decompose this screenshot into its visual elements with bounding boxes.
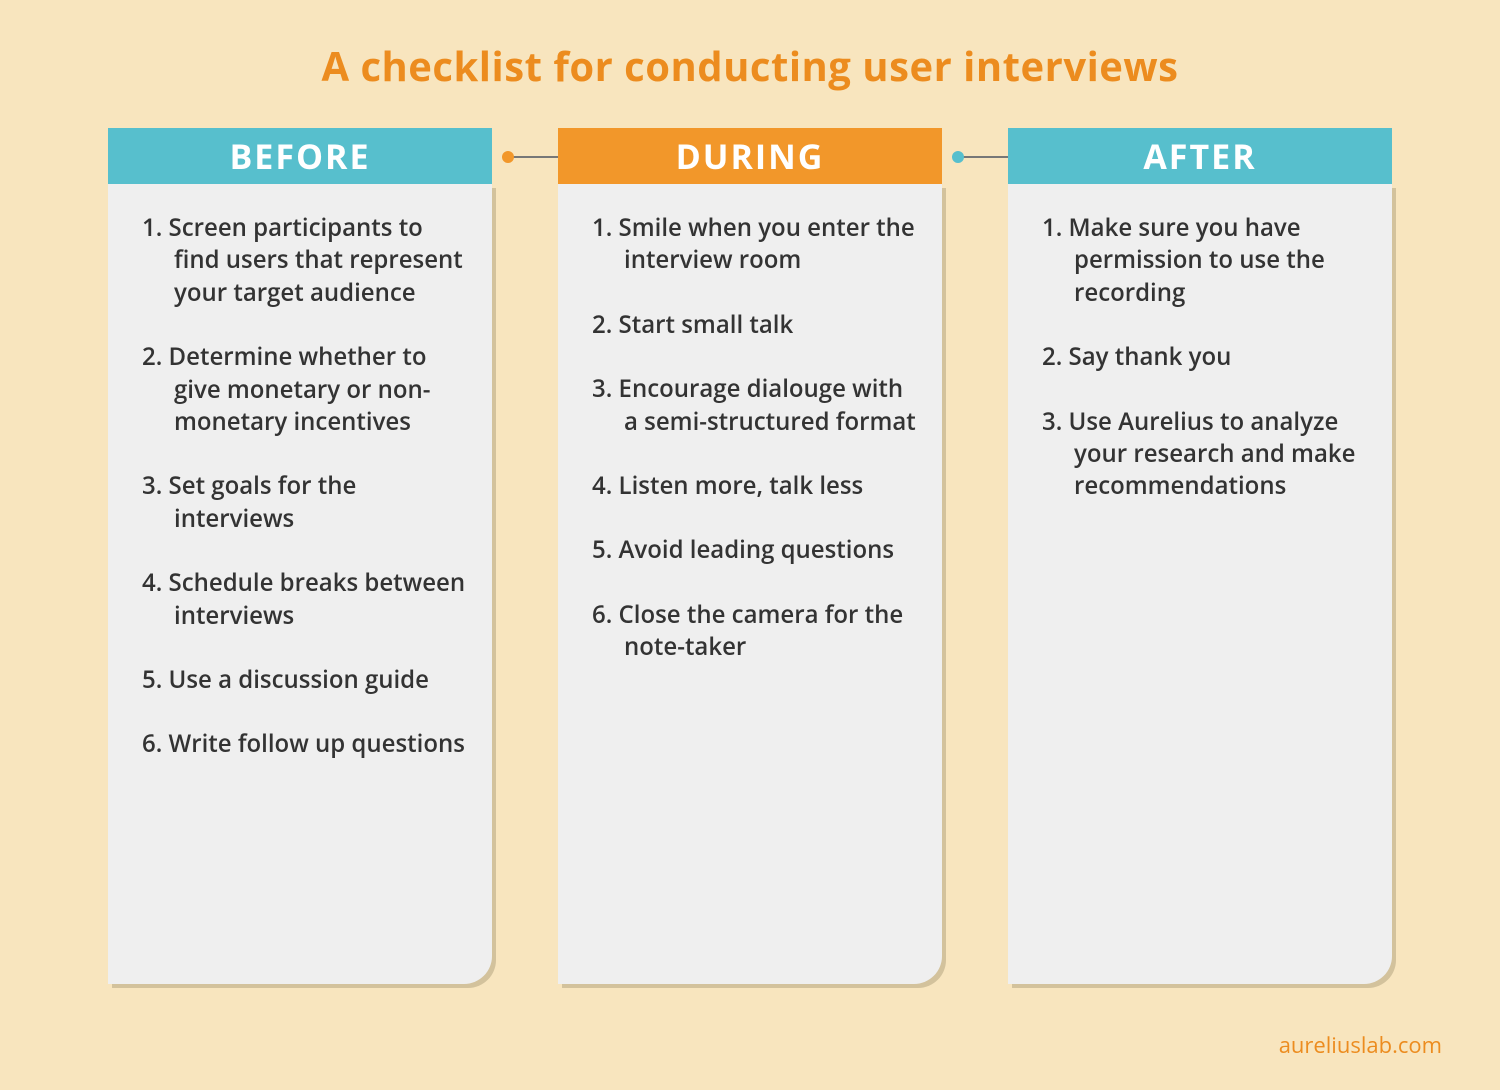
list-item: Use Aurelius to analyze your research an… <box>1042 406 1368 503</box>
dot-icon <box>952 151 964 163</box>
list-item: Set goals for the interviews <box>142 470 468 535</box>
list-item: Determine whether to give monetary or no… <box>142 341 468 438</box>
column-after: AFTER Make sure you have permission to u… <box>1008 128 1392 984</box>
column-header-before: BEFORE <box>108 128 492 184</box>
list-item: Avoid leading questions <box>592 534 918 566</box>
list-item: Say thank you <box>1042 341 1368 373</box>
column-header-after: AFTER <box>1008 128 1392 184</box>
list-during: Smile when you enter the interview room … <box>592 212 918 664</box>
list-item: Make sure you have permission to use the… <box>1042 212 1368 309</box>
list-item: Schedule breaks between interviews <box>142 567 468 632</box>
list-item: Close the camera for the note-taker <box>592 599 918 664</box>
list-before: Screen participants to find users that r… <box>142 212 468 761</box>
list-item: Screen participants to find users that r… <box>142 212 468 309</box>
column-before: BEFORE Screen participants to find users… <box>108 128 492 984</box>
list-after: Make sure you have permission to use the… <box>1042 212 1368 503</box>
column-header-during: DURING <box>558 128 942 184</box>
list-item: Listen more, talk less <box>592 470 918 502</box>
column-body-during: Smile when you enter the interview room … <box>558 184 942 984</box>
column-during: DURING Smile when you enter the intervie… <box>558 128 942 984</box>
list-item: Encourage dialouge with a semi-structure… <box>592 373 918 438</box>
columns-row: BEFORE Screen participants to find users… <box>0 128 1500 984</box>
list-item: Write follow up questions <box>142 728 468 760</box>
column-body-after: Make sure you have permission to use the… <box>1008 184 1392 984</box>
page-title: A checklist for conducting user intervie… <box>0 0 1500 93</box>
column-body-before: Screen participants to find users that r… <box>108 184 492 984</box>
dot-icon <box>502 151 514 163</box>
list-item: Start small talk <box>592 309 918 341</box>
list-item: Use a discussion guide <box>142 664 468 696</box>
footer-credit: aureliuslab.com <box>1279 1030 1442 1060</box>
list-item: Smile when you enter the interview room <box>592 212 918 277</box>
